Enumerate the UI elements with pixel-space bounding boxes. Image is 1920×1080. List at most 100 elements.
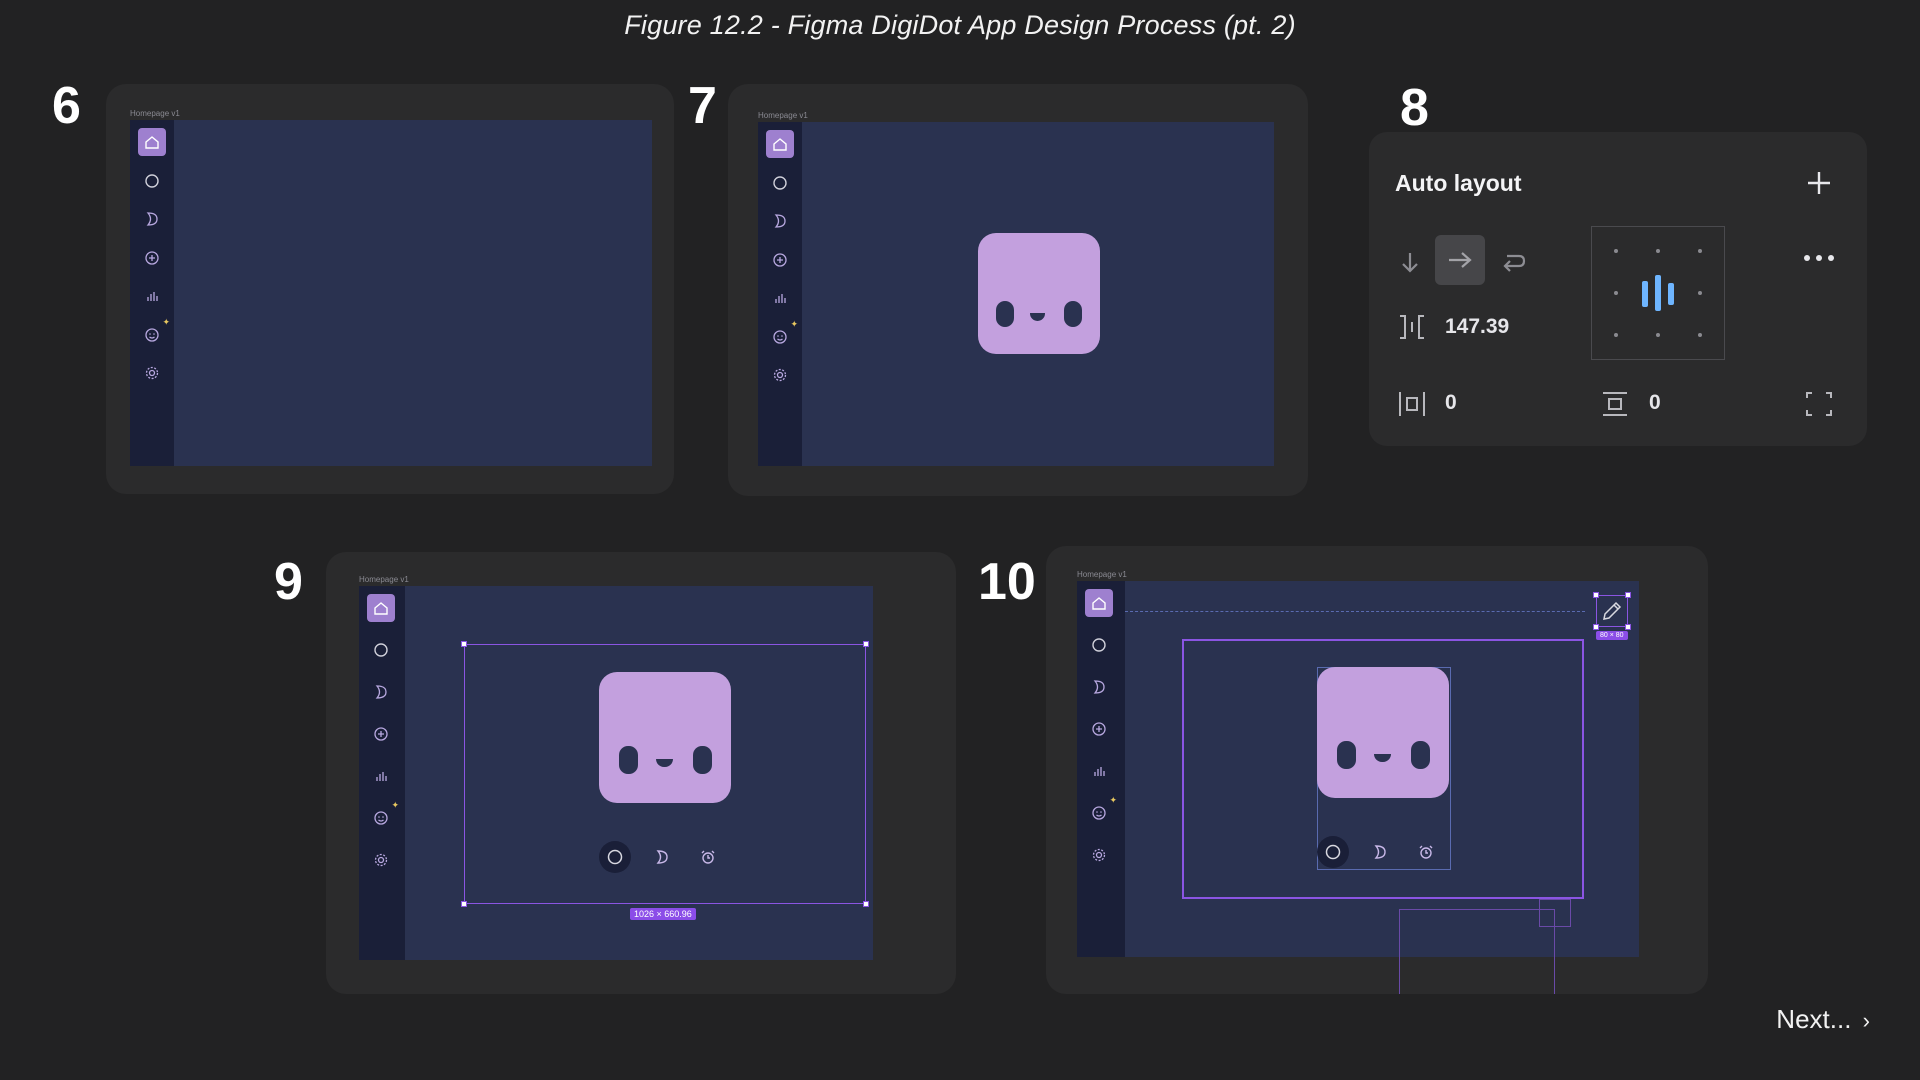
- sidebar-item-settings[interactable]: [367, 846, 395, 874]
- gap-value[interactable]: 147.39: [1445, 315, 1509, 339]
- bottom-nav-active[interactable]: [599, 841, 631, 873]
- sidebar-item-plus-circle[interactable]: [138, 244, 166, 272]
- digidot-bot-icon[interactable]: [599, 672, 731, 803]
- auto-layout-panel: Auto layout 147.39 0 0: [1369, 132, 1867, 446]
- bar-chart-icon: [1094, 767, 1105, 776]
- homepage-frame[interactable]: ✦: [758, 122, 1274, 466]
- sidebar-item-settings[interactable]: [138, 359, 166, 387]
- smiley-icon: [773, 329, 787, 344]
- sidebar-item-moon[interactable]: [1085, 673, 1113, 701]
- bot-left-eye: [996, 301, 1014, 327]
- sidebar-item-smiley[interactable]: ✦: [367, 800, 399, 832]
- step-number-7: 7: [688, 77, 717, 135]
- circle-icon: [1092, 638, 1106, 652]
- sidebar-item-circle[interactable]: [766, 169, 794, 197]
- sidebar-item-plus-circle[interactable]: [1085, 715, 1113, 743]
- next-link[interactable]: Next... ›: [1776, 1004, 1870, 1035]
- digidot-bot-icon[interactable]: [978, 233, 1100, 354]
- pencil-icon-frame[interactable]: [1596, 595, 1628, 627]
- sidebar-item-smiley[interactable]: ✦: [766, 319, 798, 351]
- bot-mouth: [656, 759, 673, 767]
- alignment-dots-icon: [1614, 249, 1702, 337]
- sidebar: ✦: [130, 120, 174, 466]
- bot-mouth: [1030, 313, 1045, 321]
- moon-icon: [1093, 680, 1105, 694]
- wrap-arrow-icon[interactable]: [1499, 246, 1527, 274]
- sparkle-icon: ✦: [391, 800, 399, 810]
- more-options-icon[interactable]: [1801, 252, 1837, 264]
- home-icon: [1092, 597, 1106, 610]
- sidebar-item-home[interactable]: [367, 594, 395, 622]
- settings-icon: [1092, 848, 1106, 862]
- bot-mouth: [1374, 754, 1391, 762]
- moon-icon: [146, 212, 158, 226]
- arrow-down-icon[interactable]: [1399, 250, 1421, 276]
- resize-handle[interactable]: [863, 901, 869, 907]
- circle-icon: [145, 173, 159, 188]
- spacing-between-icon: [1400, 315, 1424, 339]
- smiley-icon: [1092, 806, 1106, 820]
- sidebar-item-bar-chart[interactable]: [138, 282, 166, 310]
- overflow-guide: [1399, 909, 1555, 994]
- sidebar-item-plus-circle[interactable]: [766, 246, 794, 274]
- sparkle-icon: ✦: [790, 318, 798, 329]
- sidebar-item-smiley[interactable]: ✦: [1085, 795, 1117, 827]
- circle-icon: [773, 175, 787, 190]
- bot-left-eye: [619, 746, 638, 774]
- step-number-8: 8: [1400, 79, 1429, 137]
- figure-title: Figure 12.2 - Figma DigiDot App Design P…: [624, 10, 1296, 40]
- pencil-icon: [1603, 601, 1622, 620]
- arrow-right-icon: [1449, 252, 1472, 268]
- sidebar-item-moon[interactable]: [367, 678, 395, 706]
- sidebar-item-moon[interactable]: [766, 207, 794, 235]
- bar-chart-icon: [376, 772, 387, 781]
- direction-horizontal-button[interactable]: [1435, 235, 1485, 285]
- resize-handle[interactable]: [461, 901, 467, 907]
- horizontal-padding-value[interactable]: 0: [1445, 391, 1457, 415]
- vertical-padding-value[interactable]: 0: [1649, 391, 1661, 415]
- resize-handle[interactable]: [461, 641, 467, 647]
- circle-icon: [374, 643, 388, 657]
- resize-handle[interactable]: [1625, 592, 1631, 598]
- sidebar-item-bar-chart[interactable]: [1085, 757, 1113, 785]
- digidot-bot-icon[interactable]: [1317, 667, 1449, 798]
- icon-size-badge: 80 × 80: [1596, 631, 1628, 640]
- sidebar: ✦: [1077, 581, 1125, 957]
- moon-icon[interactable]: [1372, 844, 1388, 860]
- sidebar-item-bar-chart[interactable]: [766, 284, 794, 312]
- alarm-icon[interactable]: [1418, 844, 1434, 860]
- sidebar-item-smiley[interactable]: ✦: [138, 317, 170, 349]
- frame-label: Homepage v1: [130, 109, 180, 118]
- settings-icon: [773, 368, 787, 382]
- sidebar-item-settings[interactable]: [766, 361, 794, 389]
- bot-right-eye: [693, 746, 712, 774]
- resize-handle[interactable]: [1593, 624, 1599, 630]
- sidebar-item-bar-chart[interactable]: [367, 762, 395, 790]
- sidebar-item-circle[interactable]: [367, 636, 395, 664]
- circle-icon: [1325, 844, 1341, 860]
- bottom-nav-active[interactable]: [1317, 836, 1349, 868]
- alarm-icon[interactable]: [700, 849, 716, 865]
- plus-circle-icon: [773, 252, 787, 267]
- bar-chart-icon: [147, 292, 158, 301]
- resize-handle[interactable]: [1593, 592, 1599, 598]
- sidebar-item-circle[interactable]: [1085, 631, 1113, 659]
- resize-handle[interactable]: [863, 641, 869, 647]
- sidebar-item-home[interactable]: [138, 128, 166, 156]
- resize-handle[interactable]: [1625, 624, 1631, 630]
- settings-icon: [145, 366, 159, 380]
- alignment-grid[interactable]: [1591, 226, 1725, 360]
- sidebar-item-plus-circle[interactable]: [367, 720, 395, 748]
- add-plus-icon[interactable]: [1806, 170, 1832, 196]
- homepage-frame[interactable]: ✦: [130, 120, 652, 466]
- homepage-frame[interactable]: ✦: [359, 586, 873, 960]
- sidebar-item-home[interactable]: [766, 130, 794, 158]
- sidebar-item-moon[interactable]: [138, 205, 166, 233]
- bot-right-eye: [1064, 301, 1082, 327]
- moon-icon[interactable]: [654, 849, 670, 865]
- sidebar-item-circle[interactable]: [138, 167, 166, 195]
- step-10-card: Homepage v1 ✦ 80 × 80: [1046, 546, 1708, 994]
- individual-padding-icon[interactable]: [1805, 390, 1833, 418]
- sidebar-item-home[interactable]: [1085, 589, 1113, 617]
- sidebar-item-settings[interactable]: [1085, 841, 1113, 869]
